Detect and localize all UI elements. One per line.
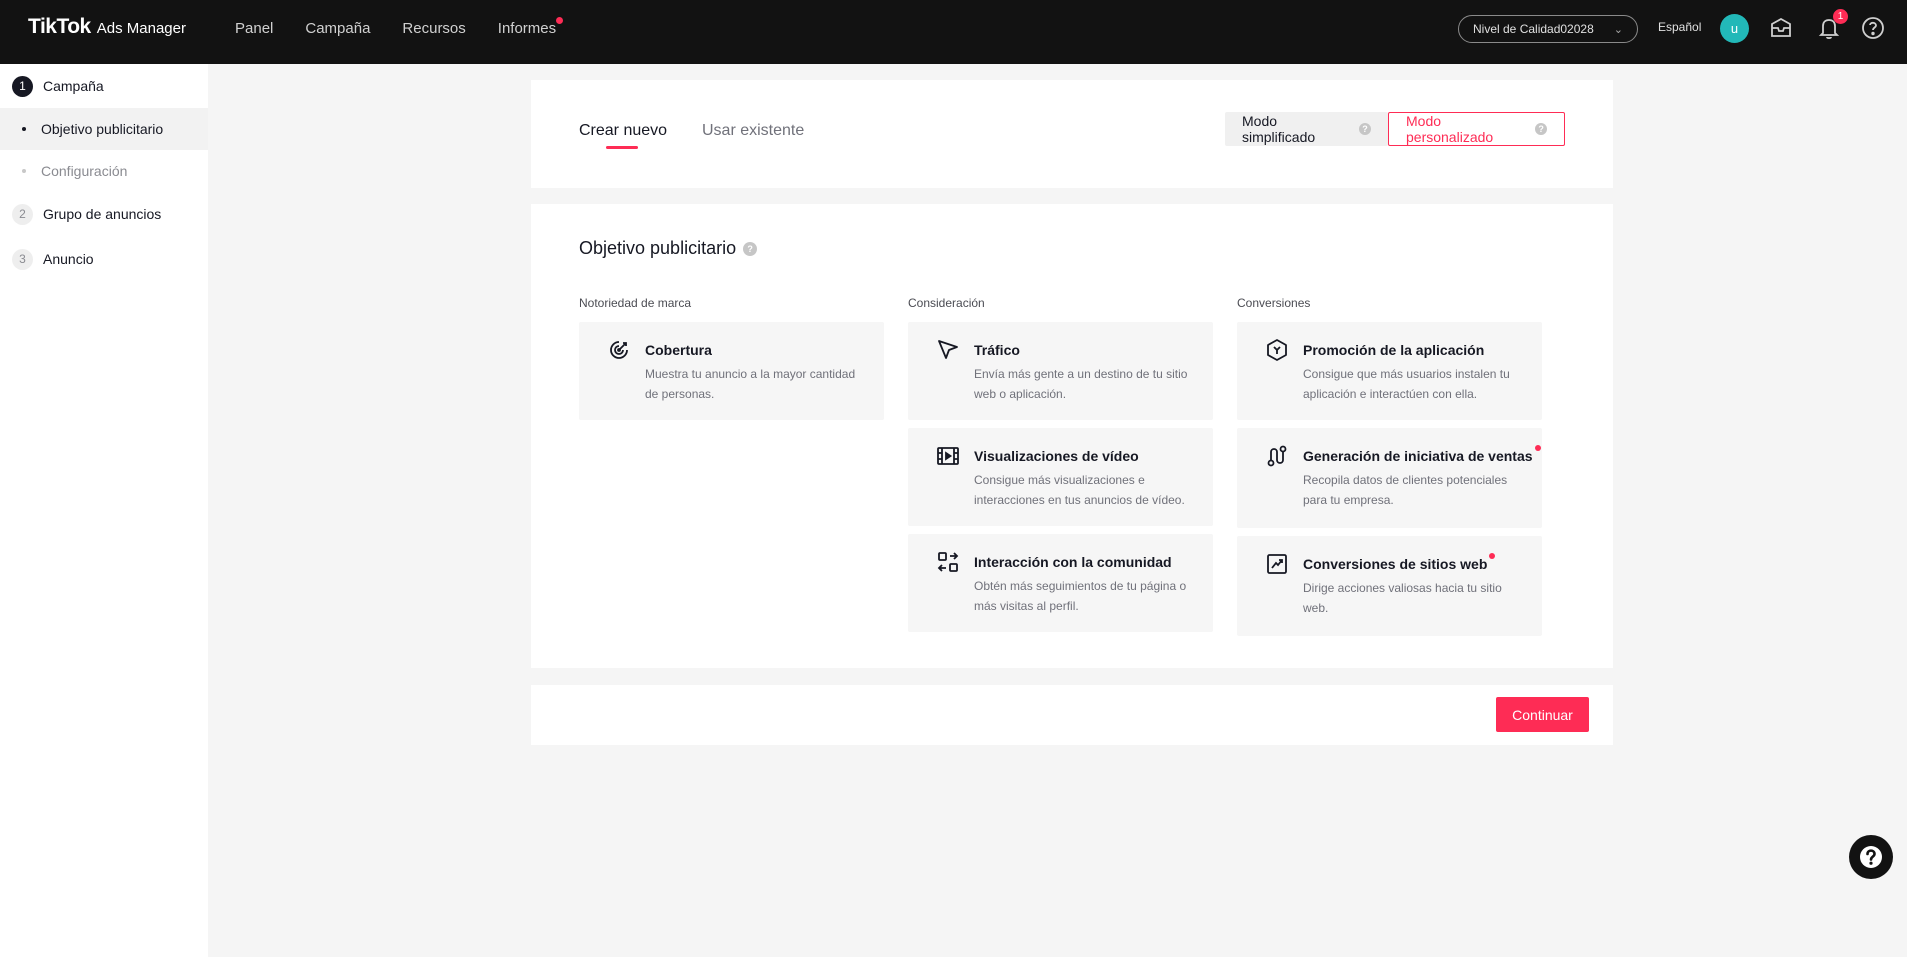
objective-title-label: Objetivo publicitario xyxy=(579,238,737,258)
sidebar-item-objective[interactable]: Objetivo publicitario xyxy=(0,108,208,150)
inbox-icon[interactable] xyxy=(1767,14,1795,42)
objective-description: Recopila datos de clientes potenciales p… xyxy=(1303,473,1508,507)
objective-traffic[interactable]: Tráfico Envía más gente a un destino de … xyxy=(908,322,1213,420)
logo-sub: Ads Manager xyxy=(96,20,186,37)
continue-button[interactable]: Continuar xyxy=(1496,697,1589,732)
step-label: Grupo de anuncios xyxy=(43,206,162,222)
objective-card: Objetivo publicitario? Notoriedad de mar… xyxy=(531,204,1613,668)
info-icon: ? xyxy=(743,241,758,256)
bullet xyxy=(22,127,26,131)
logo-main: TikTok xyxy=(28,15,91,38)
objective-description: Envía más gente a un destino de tu sitio… xyxy=(974,367,1188,401)
sidebar-step-ad[interactable]: 3 Anuncio xyxy=(0,238,208,280)
account-selector[interactable]: Nivel de Calidad02028 ⌄ xyxy=(1458,15,1638,43)
new-dot xyxy=(1534,445,1541,451)
bullet xyxy=(22,169,26,173)
question-icon xyxy=(1860,846,1882,868)
sidebar: 1 Campaña Objetivo publicitario Configur… xyxy=(0,64,208,957)
info-icon: ? xyxy=(1359,123,1371,135)
nav-assets[interactable]: Recursos xyxy=(402,20,465,37)
column-label-awareness: Notoriedad de marca xyxy=(579,296,692,310)
tab-underline xyxy=(606,146,638,149)
objective-website-conversions[interactable]: Conversiones de sitios web Dirige accion… xyxy=(1237,536,1542,636)
custom-mode-button[interactable]: Modo personalizado? xyxy=(1388,112,1565,146)
objective-description: Obtén más seguimientos de tu página o má… xyxy=(974,579,1187,613)
sidebar-item-label: Configuración xyxy=(41,163,128,179)
step-label: Campaña xyxy=(43,78,104,94)
custom-mode-label: Modo personalizado xyxy=(1406,113,1494,145)
nav-reports[interactable]: Informes xyxy=(497,16,564,37)
objective-name-label: Conversiones de sitios web xyxy=(1303,556,1488,572)
step-number: 1 xyxy=(12,75,33,97)
community-icon xyxy=(937,552,959,572)
nav-panel[interactable]: Panel xyxy=(235,20,273,37)
sidebar-step-campaign[interactable]: 1 Campaña xyxy=(0,65,208,107)
app-icon xyxy=(1267,339,1287,361)
language-selector[interactable]: Español xyxy=(1658,20,1701,34)
cursor-icon xyxy=(938,340,958,359)
objective-name-label: Generación de iniciativa de ventas xyxy=(1303,448,1533,464)
simplified-mode-label: Modo simplificado xyxy=(1242,113,1316,145)
objective-name: Generación de iniciativa de ventas xyxy=(1303,445,1541,464)
sidebar-item-configuration[interactable]: Configuración xyxy=(0,150,208,192)
top-bar: TikTok Ads Manager Panel Campaña Recurso… xyxy=(0,0,1907,64)
sidebar-item-label: Objetivo publicitario xyxy=(41,121,164,137)
video-icon xyxy=(937,447,959,465)
step-label: Anuncio xyxy=(43,251,94,267)
simplified-mode-button[interactable]: Modo simplificado? xyxy=(1225,112,1388,146)
objective-name: Promoción de la aplicación xyxy=(1303,342,1485,358)
new-dot xyxy=(1489,553,1496,559)
objective-name: Conversiones de sitios web xyxy=(1303,553,1496,572)
objective-name: Cobertura xyxy=(645,342,712,358)
help-chat-button[interactable] xyxy=(1849,835,1893,879)
notification-badge: 1 xyxy=(1833,9,1848,24)
tab-use-existing[interactable]: Usar existente xyxy=(702,122,804,140)
column-label-consideration: Consideración xyxy=(908,296,985,310)
nav-reports-label: Informes xyxy=(497,19,557,37)
objective-lead-generation[interactable]: Generación de iniciativa de ventas Recop… xyxy=(1237,428,1542,528)
trend-icon xyxy=(1267,554,1287,574)
main-nav: Panel Campaña Recursos Informes xyxy=(235,0,588,56)
objective-community[interactable]: Interacción con la comunidad Obtén más s… xyxy=(908,534,1213,632)
help-icon[interactable] xyxy=(1859,14,1887,42)
tab-create-new[interactable]: Crear nuevo xyxy=(579,122,667,140)
chevron-down-icon: ⌄ xyxy=(1613,23,1623,36)
objective-reach[interactable]: Cobertura Muestra tu anuncio a la mayor … xyxy=(579,322,884,420)
step-number: 2 xyxy=(12,203,33,225)
objective-name: Tráfico xyxy=(974,342,1020,358)
objective-video-views[interactable]: Visualizaciones de vídeo Consigue más vi… xyxy=(908,428,1213,526)
footer-card: Continuar xyxy=(531,685,1613,745)
info-icon: ? xyxy=(1535,123,1547,135)
objective-name: Visualizaciones de vídeo xyxy=(974,448,1139,464)
objective-description: Muestra tu anuncio a la mayor cantidad d… xyxy=(645,367,856,401)
avatar[interactable]: u xyxy=(1720,14,1749,43)
objective-description: Consigue más visualizaciones e interacci… xyxy=(974,473,1185,507)
step-number: 3 xyxy=(12,248,33,270)
lead-icon xyxy=(1267,445,1287,467)
reach-icon xyxy=(610,341,628,359)
column-label-conversions: Conversiones xyxy=(1237,296,1311,310)
objective-description: Consigue que más usuarios instalen tu ap… xyxy=(1303,367,1510,401)
campaign-source-card: Crear nuevo Usar existente Modo simplifi… xyxy=(531,80,1613,188)
objective-description: Dirige acciones valiosas hacia tu sitio … xyxy=(1303,581,1502,615)
sidebar-step-adgroup[interactable]: 2 Grupo de anuncios xyxy=(0,193,208,235)
objective-title: Objetivo publicitario? xyxy=(579,238,758,259)
nav-reports-dot xyxy=(556,16,564,24)
objective-name: Interacción con la comunidad xyxy=(974,554,1172,570)
account-name: Nivel de Calidad02028 xyxy=(1473,22,1594,36)
nav-campaign[interactable]: Campaña xyxy=(305,20,370,37)
objective-app-promotion[interactable]: Promoción de la aplicación Consigue que … xyxy=(1237,322,1542,420)
logo[interactable]: TikTok Ads Manager xyxy=(28,15,186,39)
